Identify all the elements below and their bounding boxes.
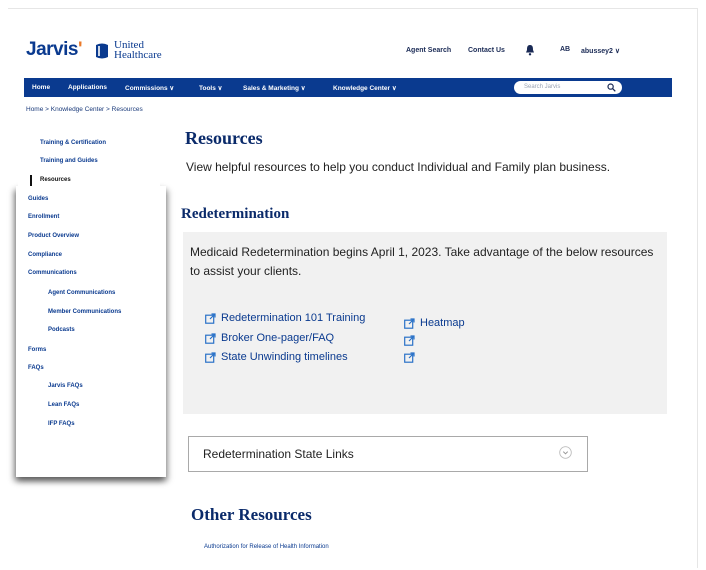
agent-search-link[interactable]: Agent Search — [406, 47, 451, 54]
link-label: Heatmap — [420, 317, 465, 329]
avatar[interactable]: AB — [554, 43, 576, 57]
notification-bell-icon[interactable] — [525, 44, 535, 56]
link-unlabeled-1[interactable] — [404, 335, 420, 346]
link-redetermination-101[interactable]: Redetermination 101 Training — [205, 312, 365, 324]
external-link-icon — [404, 317, 415, 329]
link-authorization-release[interactable]: Authorization for Release of Health Info… — [204, 544, 329, 550]
sidebar-item-podcasts[interactable]: Podcasts — [48, 327, 75, 333]
sidebar-popout-card — [16, 186, 166, 477]
link-label: State Unwinding timelines — [221, 351, 348, 363]
external-link-icon — [404, 335, 415, 346]
frame-top-border — [8, 8, 698, 9]
jarvis-logo[interactable]: Jarvis' — [26, 39, 82, 61]
search-placeholder: Search Jarvis — [524, 84, 561, 90]
sidebar-item-communications[interactable]: Communications — [28, 270, 77, 276]
link-heatmap[interactable]: Heatmap — [404, 317, 465, 329]
uhc-logo-text: United Healthcare — [114, 40, 162, 61]
frame-right-border — [697, 8, 698, 568]
page-title: Resources — [185, 128, 263, 148]
page-description: View helpful resources to help you condu… — [186, 160, 611, 174]
user-menu[interactable]: abussey2 ∨ — [581, 47, 620, 55]
sidebar-item-forms[interactable]: Forms — [28, 347, 46, 353]
nav-applications[interactable]: Applications — [68, 84, 107, 91]
sidebar-item-compliance[interactable]: Compliance — [28, 252, 62, 258]
active-indicator — [30, 175, 32, 186]
accordion-label: Redetermination State Links — [203, 447, 354, 461]
sidebar-item-member-communications[interactable]: Member Communications — [48, 309, 121, 315]
sidebar-item-jarvis-faqs[interactable]: Jarvis FAQs — [48, 383, 83, 389]
contact-us-link[interactable]: Contact Us — [468, 47, 505, 54]
sidebar-item-enrollment[interactable]: Enrollment — [28, 214, 59, 220]
nav-commissions[interactable]: Commissions ∨ — [125, 84, 174, 92]
nav-home[interactable]: Home — [32, 84, 50, 91]
chevron-down-icon[interactable] — [559, 446, 572, 459]
uhc-line-2: Healthcare — [114, 49, 162, 61]
breadcrumb[interactable]: Home > Knowledge Center > Resources — [26, 106, 143, 113]
link-broker-one-pager[interactable]: Broker One-pager/FAQ — [205, 332, 334, 344]
search-icon[interactable] — [607, 83, 616, 92]
redetermination-text: Medicaid Redetermination begins April 1,… — [190, 245, 654, 278]
sidebar-item-ifp-faqs[interactable]: IFP FAQs — [48, 421, 75, 427]
sidebar-item-lean-faqs[interactable]: Lean FAQs — [48, 402, 79, 408]
logo-text: Jarvis — [26, 39, 78, 60]
nav-sales-marketing[interactable]: Sales & Marketing ∨ — [243, 84, 306, 92]
external-link-icon — [404, 352, 415, 363]
section-title-redetermination: Redetermination — [181, 206, 290, 222]
sidebar-item-training-certification[interactable]: Training & Certification — [40, 140, 106, 146]
nav-tools[interactable]: Tools ∨ — [199, 84, 222, 92]
external-link-icon — [205, 332, 216, 344]
section-title-other-resources: Other Resources — [191, 505, 312, 524]
link-label: Broker One-pager/FAQ — [221, 332, 335, 344]
sidebar-item-guides[interactable]: Guides — [28, 196, 48, 202]
logo-accent: ' — [77, 39, 83, 60]
external-link-icon — [205, 351, 216, 363]
link-state-unwinding[interactable]: State Unwinding timelines — [205, 351, 348, 363]
link-label: Redetermination 101 Training — [221, 312, 366, 324]
sidebar-item-product-overview[interactable]: Product Overview — [28, 233, 79, 239]
sidebar-item-training-guides[interactable]: Training and Guides — [40, 158, 98, 164]
sidebar-item-agent-communications[interactable]: Agent Communications — [48, 290, 115, 296]
sidebar-item-faqs[interactable]: FAQs — [28, 365, 44, 371]
sidebar-item-resources[interactable]: Resources — [40, 177, 71, 183]
link-unlabeled-2[interactable] — [404, 352, 420, 363]
nav-knowledge-center[interactable]: Knowledge Center ∨ — [333, 84, 397, 92]
uhc-logo-icon — [96, 43, 108, 59]
external-link-icon — [205, 312, 216, 324]
